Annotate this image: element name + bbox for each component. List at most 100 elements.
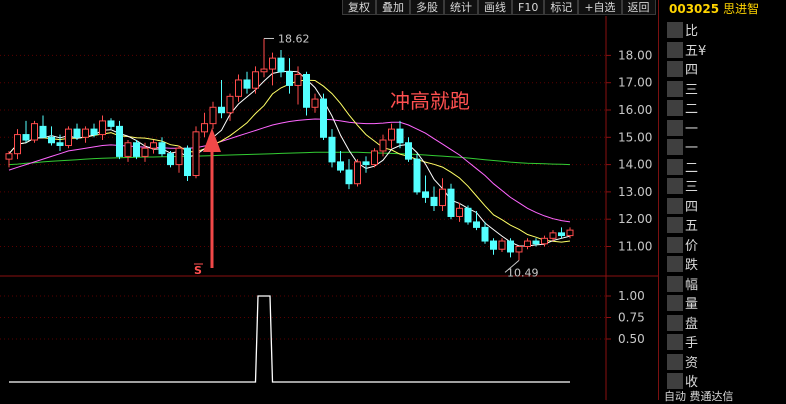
side-row-label: 四 [685,63,699,78]
toolbar-button-3[interactable]: 统计 [444,0,478,15]
side-blur-6 [667,139,683,155]
candle-55 [473,211,480,231]
candle-body [260,68,268,73]
candle-41 [354,159,361,187]
candle-29 [252,66,259,94]
indicator-tick-label-1: 0.75 [618,311,645,325]
candle-8 [73,123,81,141]
candle-11 [99,115,106,141]
side-row-label: 比 [685,24,699,39]
candle-body [167,153,174,166]
candle-body [354,161,361,185]
side-blur-14 [667,295,683,311]
candle-body [116,125,123,157]
candle-42 [362,156,370,173]
candle-58 [498,238,506,252]
candle-body [22,134,30,141]
side-blur-2 [667,61,683,77]
side-blur-17 [667,353,683,370]
candle-body [320,98,327,138]
price-tick-label-0: 11.00 [618,240,652,254]
toolbar-button-8[interactable]: 返回 [621,0,656,15]
price-tick-label-6: 17.00 [618,76,652,90]
candle-body [362,161,370,166]
price-tick-label-2: 13.00 [618,185,652,199]
side-blur-8 [667,178,683,194]
candle-60 [515,246,523,261]
stock-header[interactable]: 003025 思进智 [669,0,759,17]
side-row-label: 手 [685,336,699,351]
candle-body [252,71,259,89]
candle-61 [524,238,531,250]
candle-52 [447,183,455,220]
ma60-line [8,151,571,166]
candle-body [48,136,55,144]
chart-grid [0,16,658,400]
candle-43 [371,148,378,168]
candle-body [473,221,480,228]
candle-body [371,150,378,166]
candle-body [14,134,21,155]
candle-body [82,128,89,138]
side-row-label: 一 [685,121,699,137]
candle-46 [396,120,404,149]
toolbar-button-1[interactable]: 叠加 [376,0,410,15]
moving-average-lines [8,70,571,247]
toolbar-button-6[interactable]: 标记 [544,0,579,15]
side-row-label: 一 [685,141,699,156]
candle-65 [558,227,565,239]
candle-20 [175,145,183,173]
candlesticks [5,38,574,261]
candle-body [345,169,353,185]
candle-body [277,57,285,73]
candle-14 [124,140,132,162]
toolbar-button-4[interactable]: 画线 [478,0,512,15]
side-row-label: 跌 [685,258,699,273]
side-blur-5 [667,119,683,136]
low-price-label: 10.49 [507,266,539,279]
side-row-label: 四 [685,199,699,215]
candle-body [490,240,497,250]
side-blur-4 [667,100,683,116]
side-row-label: 价 [685,238,699,254]
candle-48 [413,153,421,195]
side-row-label: 资 [685,355,699,371]
candle-body [464,207,472,223]
candle-37 [320,93,327,141]
candle-49 [422,175,429,203]
candle-body [90,128,98,136]
candle-body [5,153,13,160]
candle-13 [116,120,123,160]
price-tick-label-1: 12.00 [618,212,652,226]
annotations: 冲高就跑 S 18.62 10.49 [194,32,539,279]
stock-name: 思进智 [723,2,760,16]
candle-body [133,142,140,157]
candle-body [226,95,234,114]
side-blur-15 [667,314,683,331]
candle-body [396,128,404,144]
candle-body [524,240,531,247]
candle-4 [39,115,47,138]
candle-51 [439,178,446,212]
candle-38 [328,129,336,168]
candle-39 [337,150,344,173]
side-row-label: 二 [685,102,699,117]
side-row-label: 三 [685,180,699,195]
candle-body [481,226,489,242]
candle-28 [243,71,251,94]
side-blur-0 [667,22,683,38]
quote-side-panel: 003025 思进智 比五¥ 四三二一一二三四五价跌幅量盘手资收 [658,0,786,400]
candle-body [150,142,157,149]
candle-12 [107,118,115,130]
toolbar-button-7[interactable]: +自选 [578,0,622,15]
sell-signal-marker: S [194,264,202,277]
candle-body [311,98,319,108]
toolbar-button-0[interactable]: 复权 [342,0,376,15]
price-tick-label-5: 16.00 [618,103,652,117]
candle-9 [82,126,89,143]
toolbar-button-2[interactable]: 多股 [410,0,444,15]
candle-2 [22,120,30,143]
toolbar: 复权 叠加 多股 统计 画线 F10 标记 +自选 返回 [342,0,656,15]
toolbar-button-5[interactable]: F10 [512,0,545,15]
candle-body [498,240,506,250]
